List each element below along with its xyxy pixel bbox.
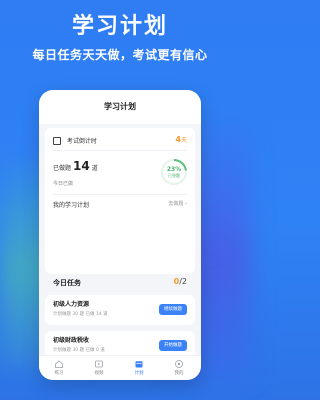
task-progress: 计划做题 30 题 已做 14 道 [53,312,108,317]
countdown-unit: 天 [180,137,187,144]
promo-title: 学习计划 [71,14,168,39]
tab-practice[interactable]: 练习 [39,359,79,376]
divider [53,150,187,151]
tab-plan[interactable]: 计划 [119,359,159,376]
start-practice-button[interactable]: 开始做题 [159,340,187,351]
countdown-label: 考试倒计时 [66,138,97,145]
progress-percent: 23% [166,166,182,173]
countdown-value: 4天 [175,135,187,144]
my-plan-row[interactable]: 我的学习计划 去做题 › [53,200,187,209]
countdown-row: 考试倒计时 4天 [53,135,187,146]
profile-icon [175,360,183,368]
divider [53,194,187,195]
task-progress: 计划做题 30 题 已做 0 道 [53,348,105,353]
calendar-icon [135,361,143,368]
my-plan-label: 我的学习计划 [53,202,90,209]
tab-video[interactable]: 视频 [79,359,119,376]
progress-ring: 23% 已答题 [161,159,187,185]
task-card: 初级人力资源 计划做题 30 题 已做 14 道 继续做题 [45,295,195,325]
continue-practice-button[interactable]: 继续做题 [159,304,187,315]
today-tasks-count: 0/2 [173,277,187,286]
today-tasks-title: 今日任务 [53,279,81,287]
go-practice-link[interactable]: 去做题 › [168,200,187,207]
page-title: 学习计划 [39,90,201,124]
bottom-tab-bar: 练习 视频 计划 我的 [39,355,201,380]
tab-profile[interactable]: 我的 [159,359,199,376]
task-name: 初级人力资源 [53,301,90,308]
home-icon [55,360,63,368]
progress-label: 已答题 [168,173,180,178]
practiced-unit: 道 [91,165,98,172]
phone-screen: 学习计划 考试倒计时 4天 已做题 14 道 今日已做 23% 已答题 我的学习计划… [39,90,201,380]
video-icon [95,360,103,368]
practiced-value: 14 [73,159,90,173]
practiced-prefix: 已做题 [53,165,72,172]
plan-summary-card: 考试倒计时 4天 已做题 14 道 今日已做 23% 已答题 我的学习计划 去做题 … [45,128,195,274]
calendar-icon [53,136,61,145]
promo-subtitle: 每日任务天天做，考试更有信心 [32,48,208,62]
task-name: 初级财政税收 [53,337,90,344]
